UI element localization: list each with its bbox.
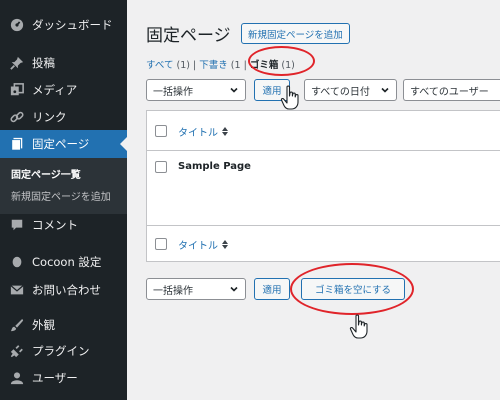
submenu-add-new-page[interactable]: 新規固定ページを追加 [11, 188, 111, 203]
bulk-action-select-bottom[interactable]: 一括操作 [146, 278, 246, 300]
menu-label: ダッシュボード [32, 18, 113, 32]
pages-submenu: 固定ページ一覧 新規固定ページを追加 [0, 158, 127, 214]
bulk-action-value: 一括操作 [153, 86, 193, 98]
pin-icon [9, 55, 25, 71]
menu-item-posts[interactable]: 投稿 [0, 49, 127, 77]
menu-item-cocoon-settings[interactable]: Cocoon 設定 [0, 248, 127, 276]
user-filter-value: すべてのユーザー [410, 86, 489, 98]
menu-label: ユーザー [32, 371, 78, 385]
status-drafts-link[interactable]: 下書き [199, 60, 228, 71]
menu-item-plugins[interactable]: プラグイン [0, 337, 127, 365]
dashboard-icon [9, 17, 25, 33]
mail-icon [9, 282, 25, 298]
status-separator: | [193, 60, 197, 71]
menu-label: プラグイン [32, 344, 90, 358]
status-drafts-count: (1 [230, 60, 241, 71]
bulk-action-select-top[interactable]: 一括操作 [146, 79, 246, 101]
menu-item-media[interactable]: メディア [0, 76, 127, 104]
table-row: Sample Page [147, 151, 500, 225]
date-filter-value: すべての日付 [311, 86, 370, 98]
menu-label: 投稿 [32, 56, 55, 70]
hand-cursor-icon [280, 85, 299, 110]
title-column-footer[interactable]: タイトル [178, 237, 228, 252]
bulk-action-value: 一括操作 [153, 285, 193, 297]
menu-label: 固定ページ [32, 137, 90, 151]
status-all-count: (1) [176, 60, 190, 71]
date-filter-select[interactable]: すべての日付 [304, 79, 397, 101]
menu-item-dashboard[interactable]: ダッシュボード [0, 11, 127, 39]
brush-icon [9, 317, 25, 333]
cocoon-icon [9, 254, 25, 270]
menu-item-contact[interactable]: お問い合わせ [0, 276, 127, 304]
menu-item-pages[interactable]: 固定ページ [0, 130, 127, 158]
page-title-link[interactable]: Sample Page [178, 161, 251, 172]
page-title: 固定ページ [146, 26, 231, 46]
menu-label: コメント [32, 218, 78, 232]
submenu-all-pages[interactable]: 固定ページ一覧 [11, 166, 81, 181]
page-icon [9, 136, 25, 152]
admin-sidebar: ダッシュボード 投稿 メディア リンク 固定ページ 固定ページ一覧 新規固定ペー… [0, 0, 127, 400]
select-all-checkbox-bottom[interactable] [155, 238, 167, 250]
menu-label: Cocoon 設定 [32, 255, 102, 269]
status-all-link[interactable]: すべて [146, 60, 173, 71]
sort-icon [222, 127, 228, 136]
chevron-down-icon [230, 286, 238, 292]
status-separator: | [243, 60, 247, 71]
menu-item-comments[interactable]: コメント [0, 211, 127, 239]
apply-button-bottom[interactable]: 適用 [254, 278, 290, 300]
current-menu-arrow [120, 137, 127, 151]
table-header-row: タイトル [147, 111, 500, 151]
add-new-page-button[interactable]: 新規固定ページを追加 [241, 23, 350, 44]
select-all-checkbox[interactable] [155, 125, 167, 137]
highlight-circle-trash-link [248, 46, 315, 76]
menu-label: リンク [32, 110, 67, 124]
table-footer-row: タイトル [147, 225, 500, 262]
highlight-circle-empty-trash [290, 263, 414, 315]
chevron-down-icon [381, 87, 389, 93]
column-title-label: タイトル [178, 241, 218, 252]
chevron-down-icon [230, 87, 238, 93]
column-title-label: タイトル [178, 128, 218, 139]
title-column-header[interactable]: タイトル [178, 124, 228, 139]
hand-cursor-icon [349, 314, 368, 339]
menu-item-appearance[interactable]: 外観 [0, 311, 127, 339]
comment-icon [9, 217, 25, 233]
pages-table: タイトル Sample Page タイトル [146, 110, 500, 262]
menu-item-users[interactable]: ユーザー [0, 364, 127, 392]
menu-item-links[interactable]: リンク [0, 103, 127, 131]
menu-label: メディア [32, 83, 78, 97]
row-checkbox[interactable] [155, 161, 167, 173]
link-icon [9, 109, 25, 125]
user-icon [9, 370, 25, 386]
user-filter-select[interactable]: すべてのユーザー [403, 79, 500, 101]
plugin-icon [9, 343, 25, 359]
menu-label: お問い合わせ [32, 283, 101, 297]
sort-icon [222, 240, 228, 249]
menu-label: 外観 [32, 318, 55, 332]
media-icon [9, 82, 25, 98]
